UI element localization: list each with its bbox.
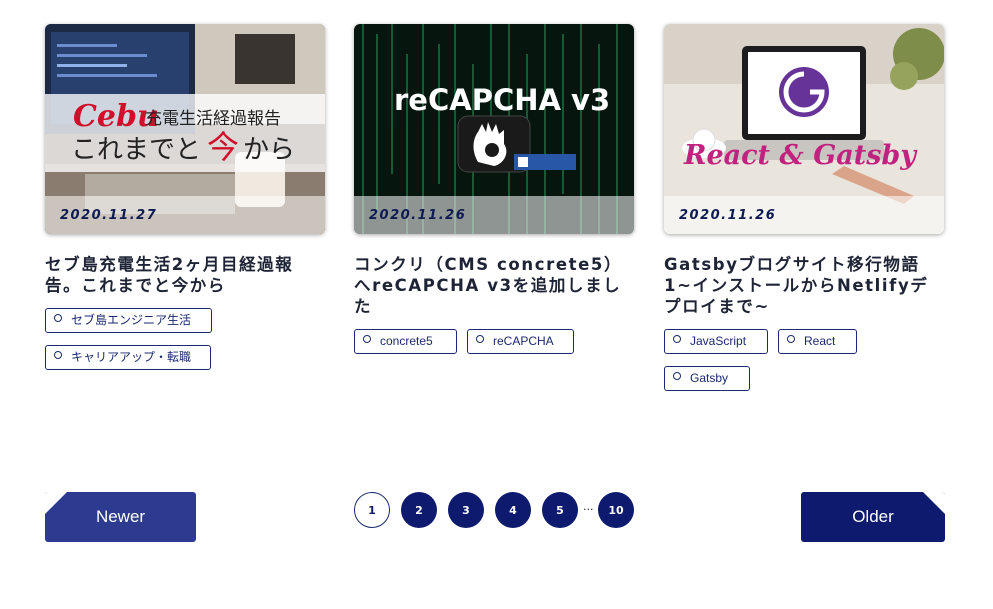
tag[interactable]: キャリアアップ・転職 (45, 345, 211, 370)
thumb-text-line1: 充電生活経過報告 (145, 109, 281, 129)
circle-icon (363, 335, 371, 343)
thumb-overlay-text: React & Gatsby (683, 140, 918, 171)
post-title[interactable]: Gatsbyブログサイト移行物語1~インストールからNetlifyデプロイまで~ (664, 254, 944, 317)
corner-fold (45, 492, 67, 514)
circle-icon (54, 314, 62, 322)
newer-button[interactable]: Newer (45, 492, 196, 542)
tag[interactable]: Gatsby (664, 366, 750, 391)
post-title[interactable]: セブ島充電生活2ヶ月目経過報告。これまでと今から (45, 254, 325, 296)
tag[interactable]: セブ島エンジニア生活 (45, 308, 212, 333)
post-card: reCAPCHA v3 2020.11.26 コンクリ（CMS concrete… (354, 24, 634, 366)
older-label: Older (852, 507, 894, 526)
circle-icon (673, 372, 681, 380)
tag[interactable]: concrete5 (354, 329, 457, 354)
tag-label: concrete5 (380, 334, 433, 348)
older-button[interactable]: Older (801, 492, 945, 542)
tag-label: reCAPCHA (493, 334, 554, 348)
newer-label: Newer (95, 507, 146, 526)
post-card: Cebu 充電生活経過報告 これまでと 今 から 2020.11.27 セブ島充… (45, 24, 325, 382)
circle-icon (787, 335, 795, 343)
post-date: 2020.11.27 (60, 208, 158, 223)
post-thumbnail[interactable]: React & Gatsby 2020.11.26 (664, 24, 944, 234)
tag[interactable]: reCAPCHA (467, 329, 574, 354)
tag-list: JavaScript React Gatsby (664, 329, 944, 403)
tag[interactable]: React (778, 329, 857, 354)
tag-label: JavaScript (690, 334, 747, 348)
thumb-text-line2c: から (243, 135, 295, 165)
tag[interactable]: JavaScript (664, 329, 768, 354)
tag-list: concrete5 reCAPCHA (354, 329, 634, 366)
post-thumbnail[interactable]: Cebu 充電生活経過報告 これまでと 今 から 2020.11.27 (45, 24, 325, 234)
tag-label: キャリアアップ・転職 (71, 350, 192, 364)
post-date: 2020.11.26 (369, 208, 467, 223)
page-link[interactable]: 5 (542, 492, 578, 528)
thumb-text-line2b: 今 (207, 128, 239, 166)
circle-icon (54, 351, 62, 359)
thumb-text-line2a: これまでと (71, 135, 201, 165)
thumb-heading: reCAPCHA v3 (394, 83, 610, 117)
page-link[interactable]: 3 (448, 492, 484, 528)
corner-fold (923, 492, 945, 514)
page-link-last[interactable]: 10 (598, 492, 634, 528)
post-thumbnail[interactable]: reCAPCHA v3 2020.11.26 (354, 24, 634, 234)
tag-label: セブ島エンジニア生活 (71, 313, 192, 327)
circle-icon (673, 335, 681, 343)
tag-label: React (804, 334, 836, 348)
post-title[interactable]: コンクリ（CMS concrete5）へreCAPCHA v3を追加しました (354, 254, 634, 317)
post-date: 2020.11.26 (679, 208, 777, 223)
circle-icon (476, 335, 484, 343)
post-card: React & Gatsby 2020.11.26 Gatsbyブログサイト移行… (664, 24, 944, 403)
pagination-ellipsis: ... (583, 500, 594, 513)
page-link-current[interactable]: 1 (354, 492, 390, 528)
page-link[interactable]: 4 (495, 492, 531, 528)
page-link[interactable]: 2 (401, 492, 437, 528)
tag-list: セブ島エンジニア生活 キャリアアップ・転職 (45, 308, 325, 382)
tag-label: Gatsby (690, 371, 729, 385)
